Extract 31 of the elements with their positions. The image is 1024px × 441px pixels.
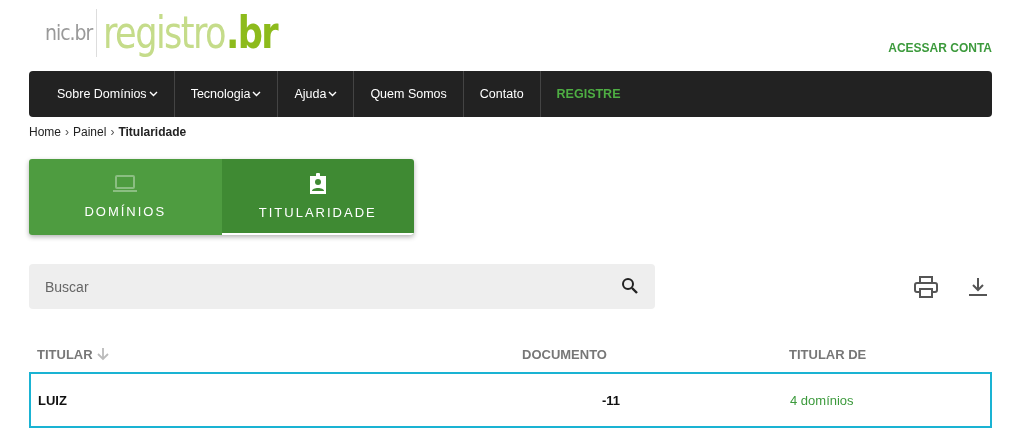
nav-menu-item[interactable]: Tecnologia [174,71,279,117]
column-header[interactable]: TITULAR [37,346,522,362]
nav-item[interactable]: Contato [463,71,541,117]
chevron-down-icon [328,91,338,97]
laptop-icon [112,173,139,194]
breadcrumb-separator: › [110,125,115,139]
register-link[interactable]: REGISTRE [540,71,637,117]
chevron-down-icon [252,91,262,97]
breadcrumb-link[interactable]: Home [29,125,61,139]
table-cell-text: -11 [600,392,621,408]
breadcrumb-current: Titularidade [118,125,187,139]
download-icon[interactable] [968,276,988,297]
column-header[interactable]: TITULAR DE [789,346,867,362]
search-field[interactable]: Buscar [29,264,655,309]
domains-link[interactable]: 4 domínios [790,392,854,408]
tab[interactable]: TITULARIDADE [221,159,414,235]
print-icon[interactable] [914,275,938,298]
column-header[interactable]: DOCUMENTO [522,346,789,362]
table-cell-text: LUIZ [38,392,68,408]
account-link[interactable]: ACESSAR CONTA [888,41,992,55]
id-badge-icon [307,172,328,195]
chevron-down-icon [148,91,158,97]
registro-logo[interactable]: nic.br registro.br [45,6,290,60]
nav-item[interactable]: Quem Somos [354,71,464,117]
breadcrumb-link[interactable]: Painel [73,125,107,139]
nav-menu-item[interactable]: Sobre Domínios [41,71,175,117]
tab[interactable]: DOMÍNIOS [29,159,222,235]
table-row[interactable]: LUIZ -11 4 domínios [29,372,992,428]
breadcrumb-separator: › [65,125,69,139]
search-icon[interactable] [621,277,639,295]
nav-menu-item[interactable]: Ajuda [278,71,355,117]
